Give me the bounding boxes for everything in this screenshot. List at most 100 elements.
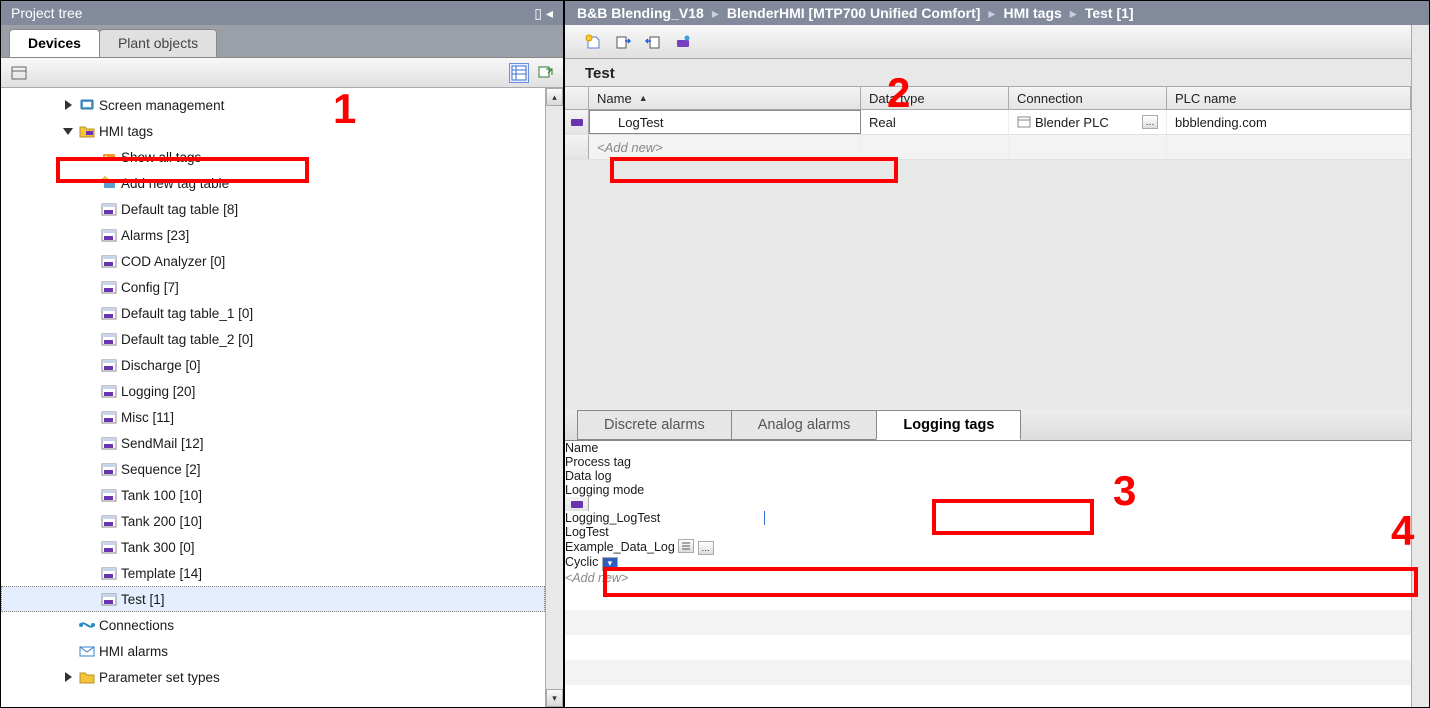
left-tabstrip: Devices Plant objects [1,25,563,58]
col-plcname[interactable]: PLC name [1167,87,1411,109]
scroll-up-icon[interactable]: ▴ [546,88,563,106]
tree-item-test-1[interactable]: Test [1] [1,586,545,612]
tag-orange-icon [101,149,117,165]
tree-item-screen-management[interactable]: Screen management [1,92,545,118]
tree-item-hmi-tags[interactable]: HMI tags [1,118,545,144]
bcol-name[interactable]: Name [565,441,765,455]
tree-item-label: Sequence [2] [121,462,201,477]
tree-item-label: Tank 200 [10] [121,514,202,529]
tree-item-label: Tank 300 [0] [121,540,195,555]
bcell-processtag[interactable]: LogTest [565,525,765,539]
tree-item-show-all-tags[interactable]: Show all tags [1,144,545,170]
crumb-project[interactable]: B&B Blending_V18 [577,5,704,21]
tree-item-sequence-2[interactable]: Sequence [2] [1,456,545,482]
folder-tags-icon [79,123,95,139]
grid-view-icon[interactable] [509,63,529,83]
tree-item-tank-100-10[interactable]: Tank 100 [10] [1,482,545,508]
tree-item-connections[interactable]: Connections [1,612,545,638]
tree-item-label: Alarms [23] [121,228,189,243]
tree-item-label: Misc [11] [121,410,174,425]
tree-item-alarms-23[interactable]: Alarms [23] [1,222,545,248]
tree-item-add-new-tag-table[interactable]: Add new tag table [1,170,545,196]
bcell-loggingmode[interactable]: Cyclic ▾ [565,555,1411,571]
tab-discrete-alarms[interactable]: Discrete alarms [577,410,732,440]
cell-name[interactable]: LogTest [589,110,861,134]
tree-item-default-tag-table-8[interactable]: Default tag table [8] [1,196,545,222]
tree-scrollbar[interactable]: ▴ ▾ [545,88,563,707]
tree-item-config-7[interactable]: Config [7] [1,274,545,300]
tree-item-label: Screen management [99,98,224,113]
tree-item-parameter-set-types[interactable]: Parameter set types [1,664,545,690]
conn-icon [79,617,95,633]
crumb-device[interactable]: BlenderHMI [MTP700 Unified Comfort] [727,5,981,21]
tab-devices[interactable]: Devices [9,29,100,57]
col-connection[interactable]: Connection [1009,87,1167,109]
left-toolbar [1,58,563,88]
tagtable-icon [101,435,117,451]
tree-item-label: HMI alarms [99,644,168,659]
bcol-loggingmode[interactable]: Logging mode [565,483,1411,497]
cell-datatype[interactable]: Real [861,110,1009,134]
annotation-3: 3 [1113,467,1136,515]
list-icon[interactable] [678,539,694,553]
tree-item-label: Discharge [0] [121,358,201,373]
tag-browse-icon[interactable] [673,32,693,52]
add-new-row[interactable]: <Add new> [565,571,1411,585]
col-name[interactable]: Name▲ [589,87,861,109]
tree-item-label: Show all tags [121,150,201,165]
right-scrollbar[interactable] [1411,25,1429,707]
browse-connection-icon[interactable]: … [1142,115,1158,129]
import-icon[interactable] [643,32,663,52]
cell-plcname[interactable]: bbblending.com [1167,110,1411,134]
project-tree[interactable]: Screen management HMI tags Show all tags Ad… [1,88,545,707]
new-icon[interactable] [583,32,603,52]
table-row[interactable]: Logging_LogTest LogTest Example_Data_Log… [565,497,1411,571]
tree-item-discharge-0[interactable]: Discharge [0] [1,352,545,378]
browse-datalog-icon[interactable]: … [698,541,714,555]
tree-item-hmi-alarms[interactable]: HMI alarms [1,638,545,664]
tree-item-label: HMI tags [99,124,153,139]
tree-item-default-tag-table-1-0[interactable]: Default tag table_1 [0] [1,300,545,326]
export-icon[interactable] [535,63,555,83]
expander-icon[interactable] [63,125,75,137]
bcol-datalog[interactable]: Data log [565,469,761,483]
bcell-datalog[interactable]: Example_Data_Log … [565,539,761,555]
cell-connection[interactable]: Blender PLC … [1009,110,1167,134]
tree-item-logging-20[interactable]: Logging [20] [1,378,545,404]
dropdown-icon[interactable]: ▾ [602,557,618,571]
sub-tabstrip: Discrete alarms Analog alarms Logging ta… [565,409,1411,441]
crumb-tags[interactable]: HMI tags [1003,5,1061,21]
expander-icon[interactable] [63,99,75,111]
mail-icon [79,643,95,659]
bcell-name[interactable]: Logging_LogTest [565,511,765,525]
section-title: Test [565,59,1411,86]
expander-icon[interactable] [63,671,75,683]
col-datatype[interactable]: Data type [861,87,1009,109]
tree-item-default-tag-table-2-0[interactable]: Default tag table_2 [0] [1,326,545,352]
table-row[interactable]: LogTest Real Blender PLC … bbblending.co… [565,110,1411,135]
tree-item-tank-300-0[interactable]: Tank 300 [0] [1,534,545,560]
collapse-icon[interactable]: ◂ [546,5,553,22]
tree-item-label: Default tag table [8] [121,202,238,217]
crumb-table[interactable]: Test [1] [1085,5,1134,21]
top-grid[interactable]: Name▲ Data type Connection PLC name [565,86,1411,160]
dock-icon[interactable]: ▯ [534,5,542,22]
tree-item-cod-analyzer-0[interactable]: COD Analyzer [0] [1,248,545,274]
tree-item-tank-200-10[interactable]: Tank 200 [10] [1,508,545,534]
tab-logging-tags[interactable]: Logging tags [876,410,1021,440]
export-right-icon[interactable] [613,32,633,52]
tab-analog-alarms[interactable]: Analog alarms [731,410,878,440]
toggle-view-icon[interactable] [9,63,29,83]
tree-item-sendmail-12[interactable]: SendMail [12] [1,430,545,456]
tree-item-misc-11[interactable]: Misc [11] [1,404,545,430]
bottom-grid[interactable]: Name Process tag Data log Logging mode L… [565,441,1411,707]
add-new-row[interactable]: <Add new> [565,135,1411,160]
tree-item-template-14[interactable]: Template [14] [1,560,545,586]
tree-item-label: Default tag table_2 [0] [121,332,253,347]
tagtable-icon [101,357,117,373]
scroll-down-icon[interactable]: ▾ [546,689,563,707]
tab-plant-objects[interactable]: Plant objects [99,29,217,57]
tagtable-icon [101,565,117,581]
tree-item-label: Test [1] [121,592,165,607]
bcol-processtag[interactable]: Process tag [565,455,765,469]
